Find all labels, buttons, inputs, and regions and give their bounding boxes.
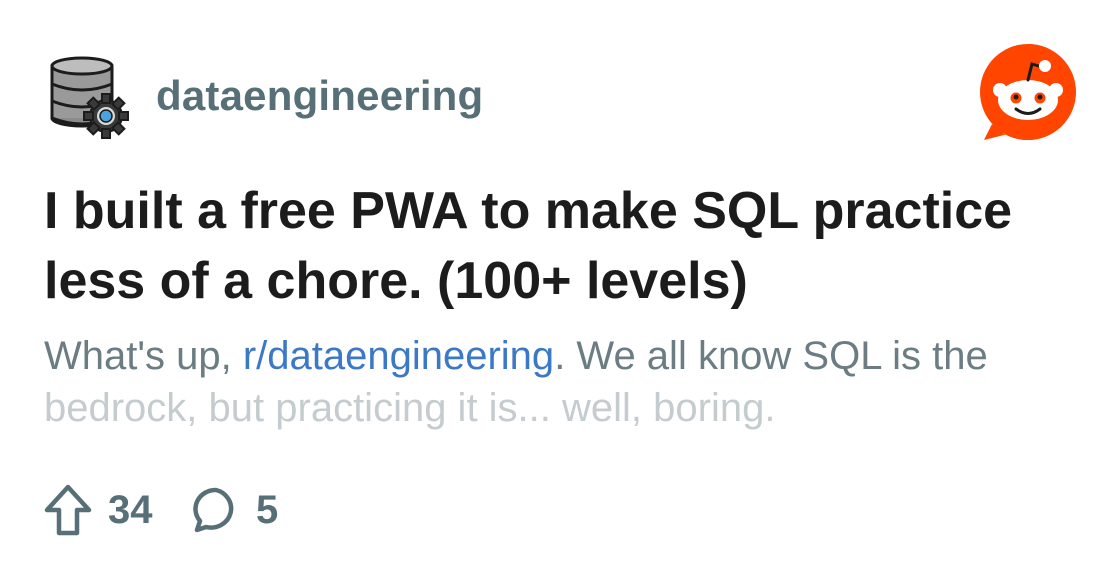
comment-bubble-icon[interactable] (192, 486, 240, 534)
body-text-suffix: . We all know SQL is the (554, 334, 988, 378)
body-text-faded: bedrock, but practicing it is... well, b… (44, 386, 776, 430)
subreddit-name[interactable]: dataengineering (156, 72, 483, 120)
post-body-preview[interactable]: What's up, r/dataengineering. We all kno… (44, 330, 1084, 434)
upvote-count: 34 (108, 488, 153, 532)
subreddit-link[interactable]: r/dataengineering (243, 334, 554, 378)
post-card: dataengineering I built a free PWA to ma… (0, 0, 1120, 584)
database-gear-icon[interactable] (46, 56, 130, 140)
post-title[interactable]: I built a free PWA to make SQL practice … (44, 176, 1084, 316)
comment-count: 5 (256, 488, 279, 532)
upvote-arrow-icon[interactable] (44, 484, 92, 536)
body-text-prefix: What's up, (44, 334, 243, 378)
reddit-logo[interactable] (978, 42, 1078, 142)
